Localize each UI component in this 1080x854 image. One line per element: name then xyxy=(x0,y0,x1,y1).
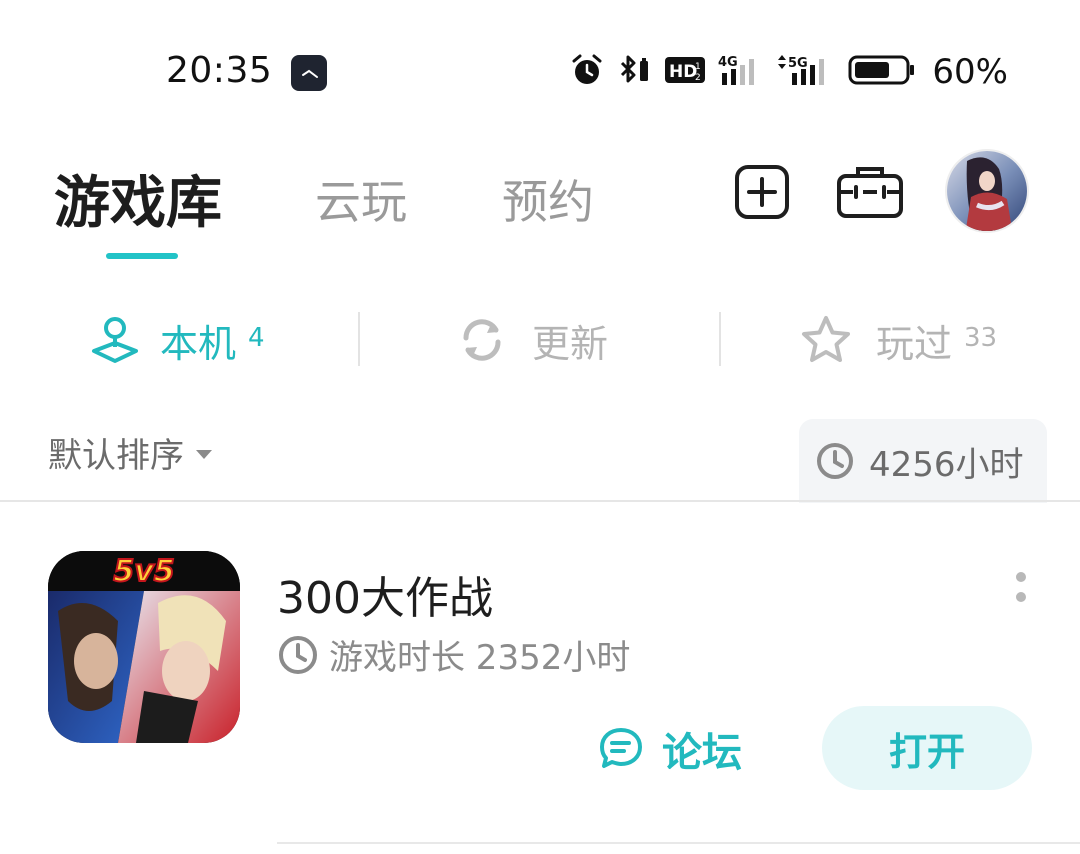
game-playtime-text: 游戏时长 2352小时 xyxy=(329,638,631,678)
game-icon[interactable]: 5v5 xyxy=(48,551,240,743)
clock-icon xyxy=(279,635,317,674)
svg-text:2: 2 xyxy=(695,73,701,83)
signal-4g-icon: 4G xyxy=(718,53,764,91)
caret-down-icon xyxy=(196,450,212,459)
status-time: 20:35 xyxy=(166,50,273,91)
game-playtime: 游戏时长 2352小时 xyxy=(277,630,630,679)
more-dots-icon xyxy=(1016,592,1026,602)
total-playtime-text: 4256小时 xyxy=(869,444,1024,485)
svg-text:5v5: 5v5 xyxy=(113,554,174,589)
section-divider xyxy=(0,500,1080,502)
svg-text:HD: HD xyxy=(669,62,697,82)
signal-5g-icon: 5G xyxy=(776,53,836,91)
filter-played[interactable]: 玩过 33 xyxy=(798,290,997,390)
toolbox-button[interactable] xyxy=(836,164,904,220)
filter-local-label: 本机 xyxy=(160,321,237,366)
forum-label: 论坛 xyxy=(662,730,742,776)
filter-played-label: 玩过 xyxy=(876,321,953,366)
filter-update[interactable]: 更新 xyxy=(456,290,608,390)
game-title[interactable]: 300大作战 xyxy=(277,562,493,626)
item-divider xyxy=(277,842,1080,844)
filter-divider xyxy=(719,312,721,366)
sort-dropdown[interactable]: 默认排序 xyxy=(48,428,212,477)
open-label: 打开 xyxy=(888,729,965,774)
alarm-icon xyxy=(570,53,604,91)
total-playtime: 4256小时 xyxy=(799,419,1047,503)
local-device-icon xyxy=(92,317,138,363)
clock-app-icon xyxy=(291,55,327,91)
forum-button[interactable]: 论坛 xyxy=(596,720,742,778)
more-options-button[interactable] xyxy=(1004,568,1038,608)
hd-voice-icon: HD 1 2 xyxy=(664,55,706,89)
filter-update-label: 更新 xyxy=(532,321,609,366)
svg-text:1: 1 xyxy=(695,62,701,72)
active-tab-indicator xyxy=(106,253,178,259)
svg-text:5G: 5G xyxy=(788,56,808,71)
clock-icon xyxy=(817,443,853,479)
add-game-button[interactable] xyxy=(734,164,790,220)
status-icons: HD 1 2 4G 5G 60% xyxy=(570,50,1008,94)
filter-local-count: 4 xyxy=(248,323,265,353)
more-dots-icon xyxy=(1016,572,1026,582)
battery-icon xyxy=(848,54,916,90)
avatar-image xyxy=(947,151,1027,231)
add-game-icon xyxy=(735,165,789,219)
toolbox-icon xyxy=(837,167,903,218)
tab-game-library[interactable]: 游戏库 xyxy=(54,158,222,239)
open-game-button[interactable]: 打开 xyxy=(822,706,1032,790)
svg-text:4G: 4G xyxy=(718,55,738,70)
game-cover-image: 5v5 xyxy=(48,551,240,743)
filter-row: 本机 4 更新 玩过 33 xyxy=(0,290,1080,390)
tab-reservation[interactable]: 预约 xyxy=(502,166,594,232)
sort-label: 默认排序 xyxy=(48,436,184,476)
tab-cloud-play[interactable]: 云玩 xyxy=(315,166,407,232)
status-bar: 20:35 HD 1 2 4G 5G 60% xyxy=(0,0,1080,140)
bluetooth-icon xyxy=(616,53,652,91)
filter-local[interactable]: 本机 4 xyxy=(88,290,265,390)
star-icon xyxy=(802,316,850,362)
battery-percent: 60% xyxy=(932,52,1008,92)
refresh-icon xyxy=(463,319,501,361)
filter-divider xyxy=(358,312,360,366)
avatar[interactable] xyxy=(945,149,1029,233)
forum-icon xyxy=(600,728,642,768)
filter-played-count: 33 xyxy=(964,323,998,353)
